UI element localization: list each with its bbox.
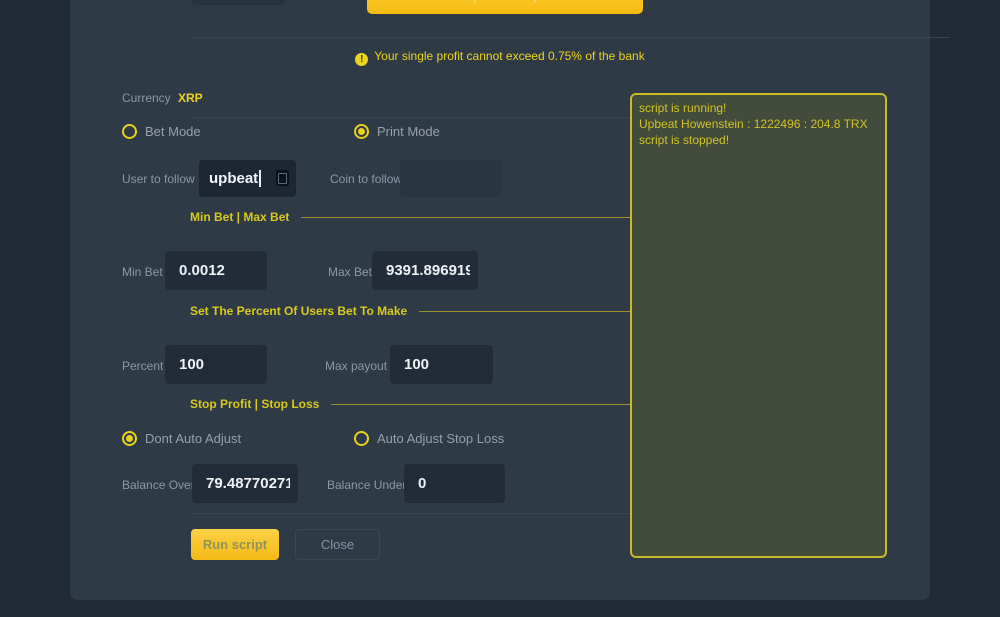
divider [190, 117, 665, 118]
section-percent: Set The Percent Of Users Bet To Make [190, 304, 665, 318]
coin-to-follow-input[interactable] [400, 160, 502, 197]
run-script-button[interactable]: Run script [191, 529, 279, 560]
max-payout-label: Max payout [325, 359, 387, 373]
currency-value[interactable]: XRP [178, 91, 203, 105]
user-to-follow-label: User to follow [122, 172, 195, 186]
top-divider [190, 37, 950, 38]
section-stop: Stop Profit | Stop Loss [190, 397, 665, 411]
print-mode-radio[interactable] [354, 124, 369, 139]
auto-adjust-option[interactable]: Auto Adjust Stop Loss [354, 431, 504, 446]
profit-warning: ! Your single profit cannot exceed 0.75% … [70, 49, 930, 66]
print-mode-option[interactable]: Print Mode [354, 124, 440, 139]
auto-adjust-radio[interactable] [354, 431, 369, 446]
max-bet-label: Max Bet [328, 265, 372, 279]
script-dialog-panel: (next round) ! Your single profit cannot … [70, 0, 930, 600]
section-rule [301, 217, 665, 218]
keyboard-icon[interactable] [276, 170, 289, 186]
user-to-follow-value: upbeat [209, 170, 258, 187]
close-button[interactable]: Close [295, 529, 380, 560]
balance-over-label: Balance Over [122, 478, 195, 492]
text-caret [259, 170, 261, 187]
user-to-follow-input[interactable]: upbeat [199, 160, 296, 197]
section-rule [331, 404, 665, 405]
balance-under-label: Balance Under [327, 478, 406, 492]
coin-to-follow-label: Coin to follow [330, 172, 402, 186]
max-payout-input[interactable] [390, 345, 493, 384]
exclamation-circle-icon: ! [355, 53, 368, 66]
profit-warning-text: Your single profit cannot exceed 0.75% o… [374, 49, 644, 63]
section-stop-title: Stop Profit | Stop Loss [190, 397, 319, 411]
min-bet-input[interactable] [165, 251, 267, 290]
section-minmax: Min Bet | Max Bet [190, 210, 665, 224]
screen: (next round) ! Your single profit cannot … [0, 0, 1000, 617]
dont-auto-adjust-label: Dont Auto Adjust [145, 431, 241, 446]
balance-under-input[interactable] [404, 464, 505, 503]
percent-label: Percent [122, 359, 163, 373]
print-mode-label: Print Mode [377, 124, 440, 139]
dont-auto-adjust-option[interactable]: Dont Auto Adjust [122, 431, 241, 446]
min-bet-label: Min Bet [122, 265, 163, 279]
auto-adjust-label: Auto Adjust Stop Loss [377, 431, 504, 446]
bet-mode-label: Bet Mode [145, 124, 201, 139]
dont-auto-adjust-radio[interactable] [122, 431, 137, 446]
cutoff-top-input[interactable] [192, 0, 285, 5]
percent-input[interactable] [165, 345, 267, 384]
bet-mode-radio[interactable] [122, 124, 137, 139]
section-percent-title: Set The Percent Of Users Bet To Make [190, 304, 407, 318]
next-round-button[interactable]: (next round) [367, 0, 643, 14]
script-output-console[interactable]: script is running! Upbeat Howenstein : 1… [630, 93, 887, 558]
bet-mode-option[interactable]: Bet Mode [122, 124, 201, 139]
max-bet-input[interactable] [372, 251, 478, 290]
section-minmax-title: Min Bet | Max Bet [190, 210, 289, 224]
currency-label: Currency [122, 91, 171, 105]
balance-over-input[interactable] [192, 464, 298, 503]
section-rule [419, 311, 665, 312]
divider [190, 513, 665, 514]
